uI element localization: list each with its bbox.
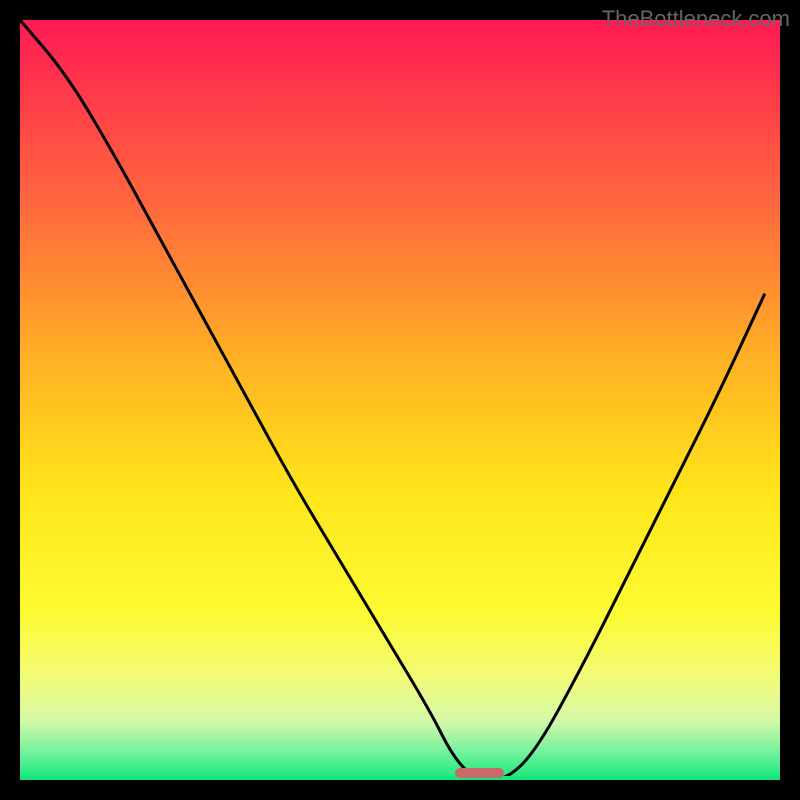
watermark-text: TheBottleneck.com: [602, 6, 790, 32]
bottleneck-marker: [455, 768, 504, 778]
baseline-band: [20, 776, 780, 780]
gradient-background: [20, 20, 780, 780]
plot-area: [20, 20, 780, 780]
chart-svg: [20, 20, 780, 780]
